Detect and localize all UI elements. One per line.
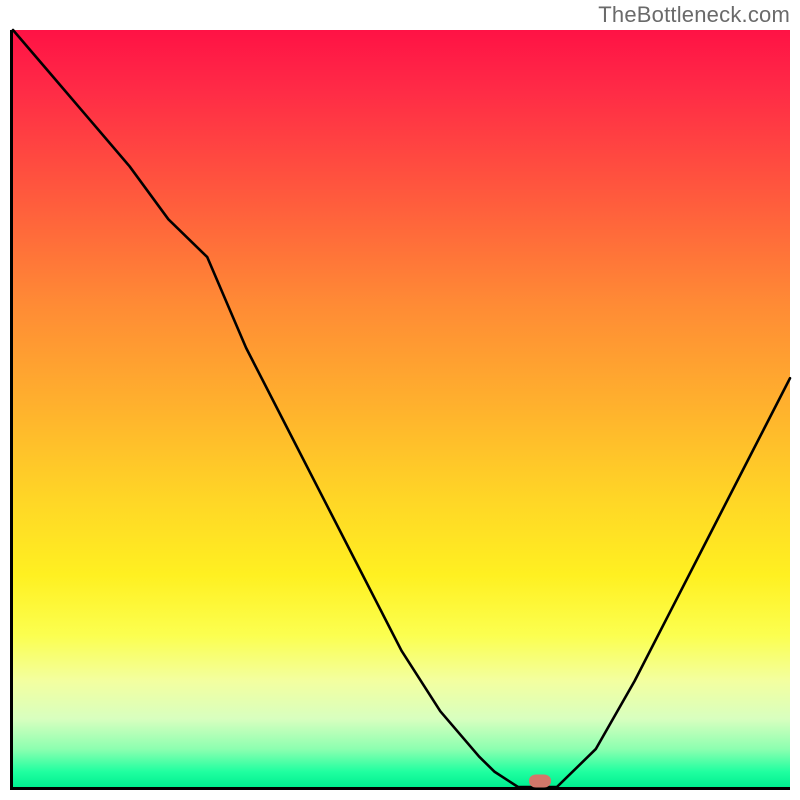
chart-frame: TheBottleneck.com [0, 0, 800, 800]
watermark-text: TheBottleneck.com [598, 2, 790, 28]
plot-area [10, 30, 790, 790]
marker-pill [529, 774, 551, 787]
curve-line [13, 30, 790, 787]
curve-svg [13, 30, 790, 787]
